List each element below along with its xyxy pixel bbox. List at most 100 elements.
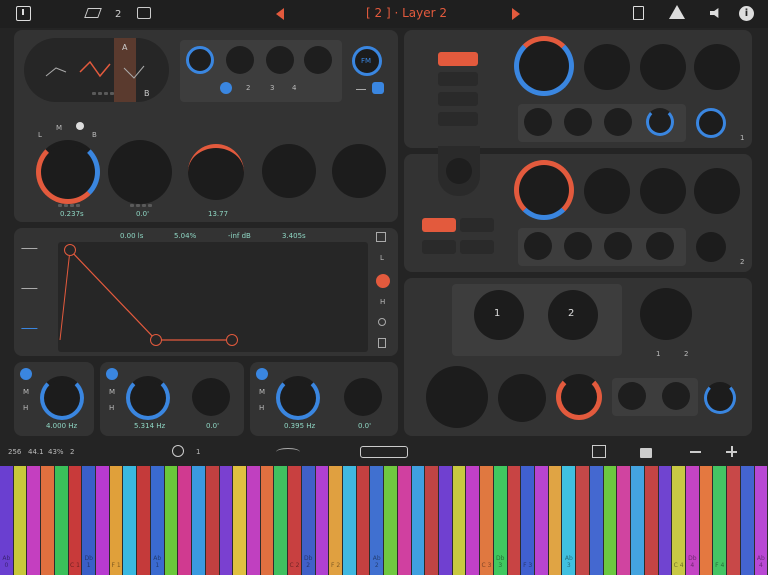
- piano-key[interactable]: [631, 466, 645, 575]
- mod-white-dot[interactable]: [76, 122, 84, 130]
- octave-up-button[interactable]: [726, 446, 737, 457]
- macro-knob-1[interactable]: 1: [474, 290, 524, 340]
- filter1-cutoff-knob[interactable]: [514, 36, 574, 96]
- piano-key[interactable]: C 1: [68, 466, 83, 575]
- piano-key[interactable]: [397, 466, 412, 575]
- lfo3-rate-knob[interactable]: [276, 376, 320, 420]
- piano-key[interactable]: [356, 466, 371, 575]
- amp-pair-2[interactable]: 2: [684, 350, 688, 358]
- piano-key[interactable]: [576, 466, 590, 575]
- filter2-type-1[interactable]: [422, 218, 456, 232]
- layers-icon[interactable]: [84, 8, 102, 18]
- piano-key[interactable]: Db 4: [685, 466, 700, 575]
- filter1-osc-knob-2[interactable]: [564, 108, 592, 136]
- filter1-osc-knob-1[interactable]: [524, 108, 552, 136]
- layer-title[interactable]: [ 2 ] · Layer 2: [366, 6, 447, 20]
- piano-key[interactable]: [727, 466, 741, 575]
- filter2-type-4[interactable]: [460, 240, 494, 254]
- piano-key[interactable]: Ab 3: [562, 466, 577, 575]
- osc-knob-2[interactable]: [226, 46, 254, 74]
- piano-key[interactable]: F 3: [521, 466, 536, 575]
- filter1-osc-knob-4[interactable]: [646, 108, 674, 136]
- expand-icon[interactable]: [376, 232, 386, 242]
- lfo2-phase-knob[interactable]: [192, 378, 230, 416]
- piano-key[interactable]: F 1: [109, 466, 124, 575]
- filter-link-knob[interactable]: [446, 158, 472, 184]
- piano-key[interactable]: [384, 466, 398, 575]
- clipboard-icon[interactable]: [633, 6, 644, 20]
- lfo1-L-button[interactable]: [20, 368, 32, 380]
- piano-key[interactable]: [644, 466, 659, 575]
- piano-key[interactable]: [535, 466, 549, 575]
- lfo2-letter-M[interactable]: M: [109, 388, 115, 396]
- piano-key[interactable]: [548, 466, 563, 575]
- osc-page-1[interactable]: [220, 82, 232, 94]
- piano-key[interactable]: [617, 466, 632, 575]
- piano-key[interactable]: F 4: [713, 466, 728, 575]
- piano-key[interactable]: [740, 466, 755, 575]
- piano-key[interactable]: [13, 466, 28, 575]
- lfo3-letter-H[interactable]: H: [259, 404, 264, 412]
- amp-pair-1[interactable]: 1: [656, 350, 660, 358]
- piano-key[interactable]: Ab 2: [370, 466, 385, 575]
- piano-key[interactable]: Ab 0: [0, 466, 14, 575]
- filter1-mod-knob[interactable]: [696, 108, 726, 138]
- piano-icon[interactable]: [592, 445, 606, 458]
- piano-key[interactable]: Ab 4: [754, 466, 768, 575]
- amp-mod-knob[interactable]: [704, 382, 736, 414]
- unlock-icon[interactable]: [640, 448, 652, 458]
- piano-key[interactable]: [466, 466, 481, 575]
- fm-wave-icon[interactable]: [356, 84, 366, 90]
- fm-knob[interactable]: FM: [352, 46, 382, 76]
- piano-key[interactable]: C 4: [672, 466, 686, 575]
- amp-mixer-knob[interactable]: [640, 288, 692, 340]
- lfo2-L-button[interactable]: [106, 368, 118, 380]
- filter2-type-2[interactable]: [460, 218, 494, 232]
- env-shape-3-icon[interactable]: [21, 328, 43, 338]
- mod-letter-L[interactable]: L: [38, 131, 42, 139]
- glide-knob[interactable]: [262, 144, 316, 198]
- osc-knob-1[interactable]: [186, 46, 214, 74]
- osc-knob-4[interactable]: [304, 46, 332, 74]
- filter-knob[interactable]: [188, 144, 244, 200]
- filter1-shape-knob[interactable]: [584, 44, 630, 90]
- pitch-curve-icon[interactable]: [276, 448, 300, 456]
- piano-key[interactable]: [219, 466, 234, 575]
- piano-key[interactable]: [246, 466, 261, 575]
- octave-down-button[interactable]: [690, 451, 701, 453]
- filter2-osc-knob-4[interactable]: [646, 232, 674, 260]
- drive-knob[interactable]: [426, 366, 488, 428]
- filter2-osc-knob-3[interactable]: [604, 232, 632, 260]
- lfo1-letter-M[interactable]: M: [23, 388, 29, 396]
- env-trash-icon[interactable]: [378, 338, 386, 348]
- filter1-type-3[interactable]: [438, 92, 478, 106]
- env-shape-1-icon[interactable]: [21, 248, 43, 258]
- info-icon[interactable]: i: [739, 6, 754, 21]
- layer-stack-icon[interactable]: [137, 7, 151, 19]
- warning-icon[interactable]: [669, 5, 685, 19]
- piano-key[interactable]: F 2: [329, 466, 343, 575]
- piano-key[interactable]: [54, 466, 69, 575]
- piano-key[interactable]: [658, 466, 673, 575]
- lfo2-letter-H[interactable]: H: [109, 404, 114, 412]
- osc-knob-3[interactable]: [266, 46, 294, 74]
- amp-osc-knob-2[interactable]: [662, 382, 690, 410]
- lfo1-rate-knob[interactable]: [40, 376, 84, 420]
- env-shape-2-icon[interactable]: [21, 288, 43, 298]
- piano-key[interactable]: [507, 466, 522, 575]
- piano-key[interactable]: [342, 466, 357, 575]
- filter2-shape-knob[interactable]: [584, 168, 630, 214]
- piano-key[interactable]: [699, 466, 714, 575]
- lfo1-letter-H[interactable]: H: [23, 404, 28, 412]
- piano-key[interactable]: [411, 466, 426, 575]
- filter2-key-knob[interactable]: [640, 168, 686, 214]
- filter2-osc-knob-2[interactable]: [564, 232, 592, 260]
- filter2-type-3[interactable]: [422, 240, 456, 254]
- speaker-icon[interactable]: [710, 8, 719, 18]
- pan-knob[interactable]: [498, 374, 546, 422]
- piano-key[interactable]: [41, 466, 55, 575]
- piano-key[interactable]: Db 3: [493, 466, 508, 575]
- macro-knob-2[interactable]: 2: [548, 290, 598, 340]
- midi-icon[interactable]: [172, 445, 184, 457]
- amp-osc-knob-1[interactable]: [618, 382, 646, 410]
